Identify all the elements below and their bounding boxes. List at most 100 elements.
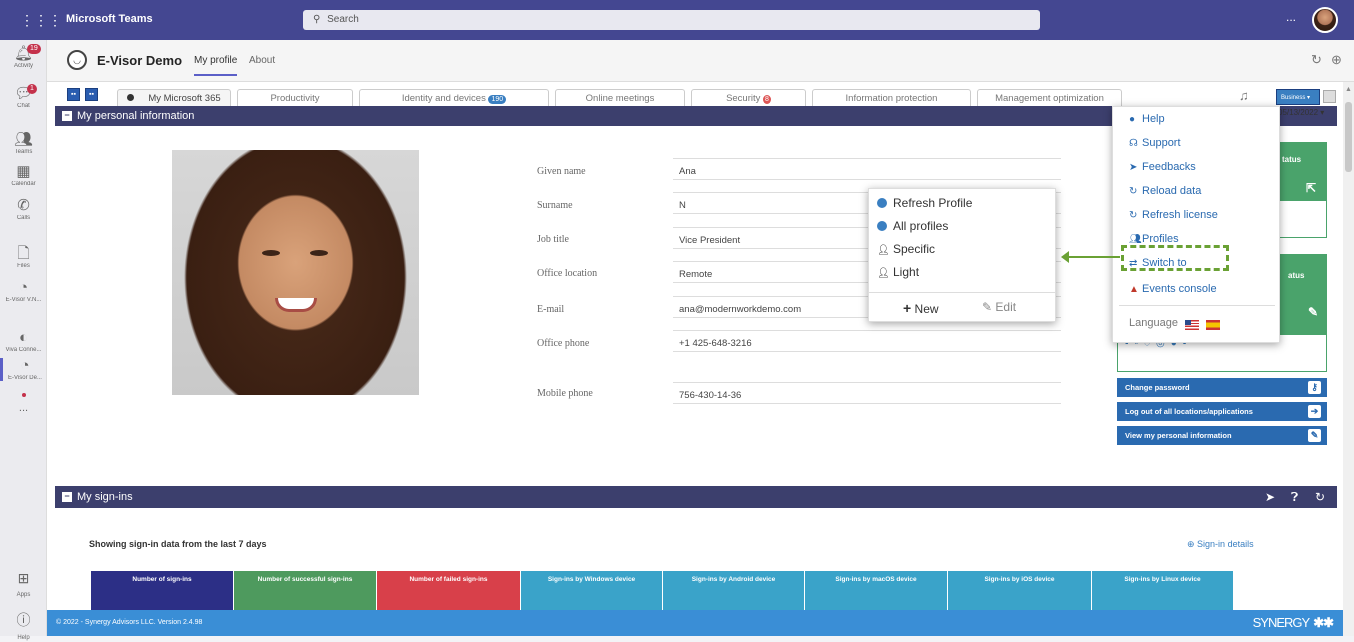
- refresh-icon: ↻: [1129, 210, 1138, 221]
- button-label: Log out of all locations/applications: [1125, 407, 1253, 416]
- key-icon[interactable]: ✎: [1308, 305, 1318, 319]
- popup-item-specific[interactable]: 👤︎ Specific: [877, 242, 935, 256]
- tile-macos-signins[interactable]: Sign-ins by macOS device: [805, 571, 947, 611]
- view-personal-info-button[interactable]: View my personal information ✎: [1117, 426, 1327, 445]
- business-selector[interactable]: Business ▾: [1276, 89, 1320, 105]
- tile-ios-signins[interactable]: Sign-ins by iOS device: [948, 571, 1091, 611]
- tab-my-microsoft-365[interactable]: My Microsoft 365: [117, 89, 231, 107]
- collapse-icon[interactable]: −: [62, 111, 72, 121]
- button-label: Edit: [995, 300, 1017, 314]
- popup-label: Refresh Profile: [893, 196, 973, 210]
- menu-label: Help: [1142, 113, 1165, 125]
- tab-security[interactable]: Security 8: [691, 89, 806, 107]
- annotation-arrow: [1061, 251, 1120, 263]
- menu-item-help[interactable]: ● Help: [1129, 113, 1165, 125]
- rail-item-teams[interactable]: 👥︎ Teams: [0, 132, 47, 156]
- rail-label: Apps: [16, 592, 31, 598]
- key-icon: ⚷: [1308, 381, 1321, 394]
- log-out-all-button[interactable]: Log out of all locations/applications ➔: [1117, 402, 1327, 421]
- change-password-button[interactable]: Change password ⚷: [1117, 378, 1327, 397]
- date-selector[interactable]: 05/13/2022 ▾: [1278, 108, 1324, 117]
- notification-bell-icon[interactable]: ♫: [1239, 88, 1249, 103]
- tab-label: Online meetings: [585, 93, 655, 104]
- tile-windows-signins[interactable]: Sign-ins by Windows device: [521, 571, 662, 611]
- tile-number-of-signins[interactable]: Number of sign-ins: [91, 571, 233, 611]
- new-profile-button[interactable]: + New: [903, 300, 939, 316]
- reload-icon[interactable]: ↻: [1311, 52, 1322, 68]
- teams-left-rail: 🔔︎ 19 Activity 💬︎ 1 Chat 👥︎ Teams ▦ Cale…: [0, 40, 47, 641]
- profile-switch-popup: Refresh Profile All profiles 👤︎ Specific …: [868, 188, 1056, 322]
- tile-successful-signins[interactable]: Number of successful sign-ins: [234, 571, 376, 611]
- grid-view-icon[interactable]: ▪▪: [67, 88, 80, 101]
- menu-item-feedbacks[interactable]: ➤ Feedbacks: [1129, 161, 1196, 173]
- tab-online-meetings[interactable]: Online meetings: [555, 89, 685, 107]
- layout-toggle-button[interactable]: [1323, 90, 1336, 103]
- app-launcher-icon[interactable]: ⋮⋮⋮: [20, 12, 62, 29]
- rail-item-evisor-demo[interactable]: ◔ E-Visor De...: [0, 358, 47, 381]
- rail-label: ...: [18, 402, 29, 414]
- user-avatar[interactable]: [1312, 7, 1338, 33]
- rail-item-viva[interactable]: ◐ Viva Conne...: [0, 330, 47, 354]
- field-label: Surname: [537, 200, 573, 211]
- external-link-icon[interactable]: ⇱: [1306, 181, 1316, 195]
- tab-information-protection[interactable]: Information protection: [812, 89, 971, 107]
- tab-identity-devices[interactable]: Identity and devices 190: [359, 89, 549, 107]
- scroll-up-icon[interactable]: ▲: [1345, 86, 1352, 93]
- feedback-icon[interactable]: ➤: [1265, 486, 1275, 508]
- rail-item-calls[interactable]: ✆ Calls: [0, 198, 47, 222]
- rail-item-more[interactable]: ...: [0, 402, 47, 414]
- menu-item-refresh-license[interactable]: ↻ Refresh license: [1129, 209, 1218, 221]
- popup-label: All profiles: [893, 219, 949, 233]
- rail-item-help[interactable]: ⓘ Help: [0, 610, 47, 642]
- rail-label: Viva Conne...: [5, 347, 42, 353]
- signins-subtitle: Showing sign-in data from the last 7 day…: [89, 539, 267, 549]
- evisor-icon: ◔: [20, 357, 30, 374]
- office-phone-field[interactable]: +1 425-648-3216: [673, 330, 1061, 352]
- more-options-button[interactable]: ...: [1286, 10, 1296, 24]
- user-icon: 👤︎: [877, 268, 890, 279]
- tab-my-profile[interactable]: My profile: [194, 55, 238, 76]
- menu-item-profiles[interactable]: 👥︎Profiles: [1129, 233, 1179, 245]
- tile-failed-signins[interactable]: Number of failed sign-ins: [377, 571, 520, 611]
- vertical-scrollbar[interactable]: ▲: [1343, 82, 1354, 636]
- rail-item-files[interactable]: 🗋 Files: [0, 246, 47, 270]
- signin-details-link[interactable]: ⊕ Sign-in details: [1187, 539, 1254, 550]
- photo-eye: [310, 250, 328, 256]
- rail-label: Activity: [13, 63, 33, 69]
- help-circle-icon[interactable]: ❓︎: [1291, 486, 1298, 508]
- rail-item-calendar[interactable]: ▦ Calendar: [0, 164, 47, 188]
- app-header: ◡ E-Visor Demo My profile About ↻ ⊕: [47, 40, 1354, 82]
- tile-android-signins[interactable]: Sign-ins by Android device: [663, 571, 804, 611]
- list-view-icon[interactable]: ▪▪: [85, 88, 98, 101]
- menu-item-reload-data[interactable]: ↻ Reload data: [1129, 185, 1201, 197]
- given-name-field[interactable]: Ana: [673, 158, 1061, 180]
- rail-item-apps[interactable]: ⊞ Apps: [0, 570, 47, 599]
- menu-label: Feedbacks: [1142, 161, 1196, 173]
- collapse-icon[interactable]: −: [62, 492, 72, 502]
- menu-item-events-console[interactable]: ▲ Events console: [1129, 283, 1217, 295]
- tile-linux-signins[interactable]: Sign-ins by Linux device: [1092, 571, 1233, 611]
- search-input[interactable]: ⚲ Search: [303, 10, 1040, 30]
- popup-item-all-profiles[interactable]: All profiles: [877, 219, 948, 233]
- popup-item-light[interactable]: 👤︎ Light: [877, 265, 919, 279]
- rail-item-chat[interactable]: 💬︎ 1 Chat: [0, 84, 47, 109]
- rail-item-activity[interactable]: 🔔︎ 19 Activity: [0, 44, 47, 69]
- footer: © 2022 - Synergy Advisors LLC. Version 2…: [47, 610, 1343, 636]
- globe-icon[interactable]: ⊕: [1331, 52, 1342, 68]
- edit-profile-button[interactable]: ✎ Edit: [982, 300, 1016, 314]
- refresh-icon[interactable]: ↻: [1315, 486, 1325, 508]
- spain-flag-icon[interactable]: [1206, 320, 1220, 330]
- section-title: My personal information: [77, 110, 195, 122]
- tab-management-optimization[interactable]: Management optimization: [977, 89, 1122, 107]
- menu-item-support[interactable]: ☊ Support: [1129, 137, 1181, 149]
- menu-label: Refresh license: [1142, 209, 1218, 221]
- search-icon: ⚲: [313, 14, 321, 25]
- tab-about[interactable]: About: [249, 55, 275, 66]
- popup-item-refresh-profile[interactable]: Refresh Profile: [877, 196, 972, 210]
- rail-item-evisor-vn[interactable]: ◔ E-Visor V.N...: [0, 280, 47, 304]
- tab-productivity[interactable]: Productivity: [237, 89, 353, 107]
- mobile-phone-field[interactable]: 756-430-14-36: [673, 382, 1061, 404]
- scrollbar-thumb[interactable]: [1345, 102, 1352, 172]
- brand-name: SYNERGY: [1252, 615, 1311, 630]
- us-flag-icon[interactable]: [1185, 320, 1199, 330]
